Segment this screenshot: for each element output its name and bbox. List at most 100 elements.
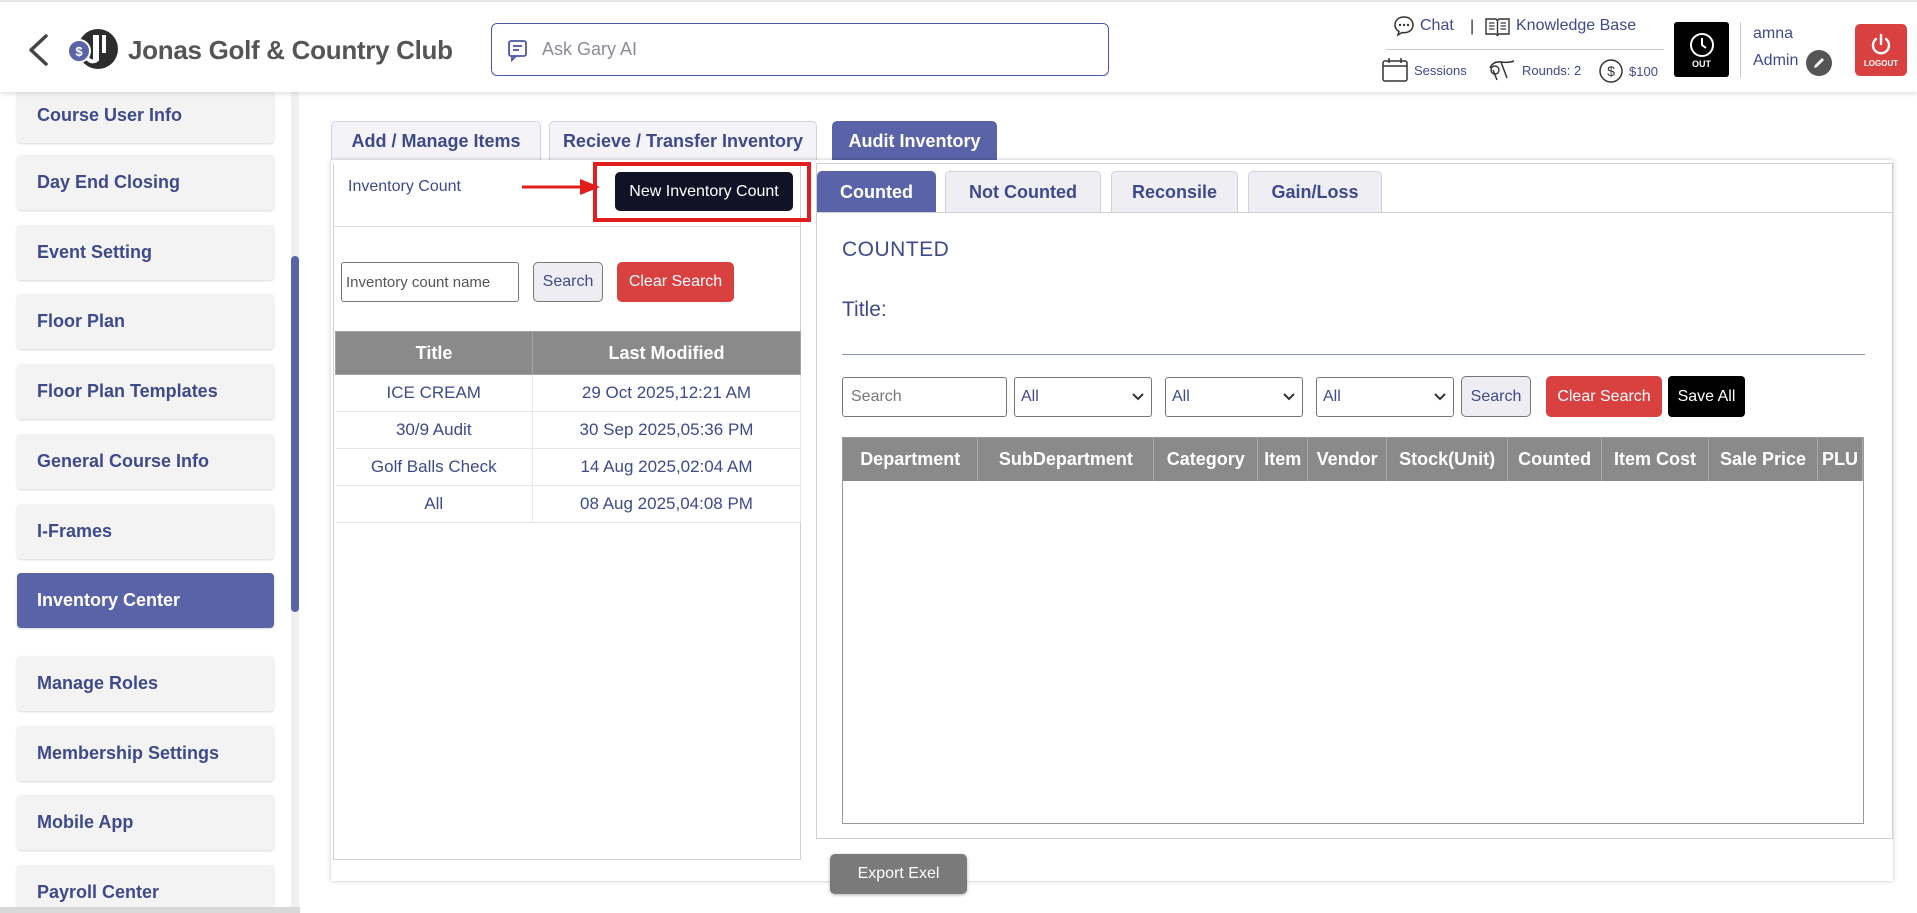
table-row[interactable]: 30/9 Audit 30 Sep 2025,05:36 PM [335, 411, 801, 449]
filter-select-2-value: All [1172, 388, 1190, 405]
user-name: amna [1753, 25, 1794, 42]
sidebar-item-floor-plan[interactable]: Floor Plan [17, 294, 274, 349]
sessions-link[interactable]: Sessions [1381, 57, 1467, 83]
header-divider [1386, 49, 1664, 50]
top-header: $ Jonas Golf & Country Club Chat | Knowl… [0, 0, 1917, 92]
red-arrow-icon [522, 179, 600, 195]
table-row[interactable]: ICE CREAM 29 Oct 2025,12:21 AM [335, 374, 801, 412]
bottom-scrollbar[interactable] [0, 907, 300, 913]
ask-gary-ai-input[interactable] [542, 39, 1082, 60]
tab-not-counted[interactable]: Not Counted [945, 171, 1101, 212]
filter-select-2[interactable]: All [1165, 377, 1303, 417]
sidebar-item-payroll-center[interactable]: Payroll Center [17, 865, 274, 913]
row-title[interactable]: ICE CREAM [335, 374, 533, 412]
dollar-icon: $ [1599, 59, 1623, 83]
header-separator: | [1470, 18, 1475, 35]
inventory-count-clear-search-button[interactable]: Clear Search [617, 262, 734, 302]
counted-search-input[interactable] [842, 377, 1007, 417]
row-last-modified: 14 Aug 2025,02:04 AM [532, 448, 801, 486]
sidebar-item-course-user-info[interactable]: Course User Info [17, 92, 274, 143]
counted-search-button[interactable]: Search [1461, 376, 1531, 417]
rounds-indicator[interactable]: Rounds: 2 [1487, 58, 1581, 82]
column-header-counted[interactable]: Counted [1507, 438, 1603, 481]
save-all-button[interactable]: Save All [1668, 376, 1745, 417]
balance-indicator[interactable]: $ $100 [1598, 58, 1658, 84]
column-header-plu[interactable]: PLU [1817, 438, 1863, 481]
sidebar: Course User Info Day End Closing Event S… [0, 92, 300, 913]
column-header-sale-price[interactable]: Sale Price [1708, 438, 1818, 481]
column-header-item[interactable]: Item [1257, 438, 1309, 481]
title-underline [842, 354, 1865, 355]
table-row[interactable]: All 08 Aug 2025,04:08 PM [335, 485, 801, 523]
logout-label: LOGOUT [1863, 58, 1899, 68]
sessions-icon [1382, 58, 1408, 82]
left-panel-divider [333, 226, 801, 227]
tab-receive-transfer-inventory[interactable]: Recieve / Transfer Inventory [549, 121, 817, 161]
new-inventory-count-button[interactable]: New Inventory Count [615, 172, 793, 211]
sessions-label: Sessions [1414, 62, 1467, 78]
sidebar-item-i-frames[interactable]: I-Frames [17, 504, 274, 559]
tab-reconsile[interactable]: Reconsile [1111, 171, 1238, 212]
knowledge-base-icon [1485, 18, 1510, 37]
export-excel-button[interactable]: Export Exel [830, 854, 967, 894]
filter-select-3[interactable]: All [1316, 377, 1454, 417]
counted-items-table: Department SubDepartment Category Item V… [843, 438, 1863, 481]
row-title[interactable]: All [335, 485, 533, 523]
column-header-item-cost[interactable]: Item Cost [1601, 438, 1709, 481]
counted-grid [842, 437, 1864, 824]
column-header-vendor[interactable]: Vendor [1307, 438, 1388, 481]
column-header-title[interactable]: Title [335, 331, 533, 375]
inventory-count-label: Inventory Count [348, 178, 461, 195]
sidebar-item-general-course-info[interactable]: General Course Info [17, 434, 274, 489]
counted-clear-search-button[interactable]: Clear Search [1546, 376, 1662, 417]
knowledge-base-label: Knowledge Base [1516, 17, 1637, 34]
sidebar-item-mobile-app[interactable]: Mobile App [17, 795, 274, 850]
column-header-category[interactable]: Category [1153, 438, 1259, 481]
tab-add-manage-items[interactable]: Add / Manage Items [331, 121, 541, 161]
inventory-count-search-button[interactable]: Search [533, 262, 603, 302]
sidebar-scrollbar-thumb[interactable] [291, 256, 299, 612]
sidebar-item-membership-settings[interactable]: Membership Settings [17, 726, 274, 781]
sidebar-item-floor-plan-templates[interactable]: Floor Plan Templates [17, 364, 274, 419]
sidebar-item-inventory-center[interactable]: Inventory Center [17, 573, 274, 628]
out-label: OUT [1692, 58, 1711, 69]
tab-audit-inventory[interactable]: Audit Inventory [832, 121, 997, 161]
filter-select-1-value: All [1021, 388, 1039, 405]
chat-link[interactable]: Chat [1393, 15, 1454, 37]
filter-select-1[interactable]: All [1014, 377, 1152, 417]
logout-button[interactable]: LOGOUT [1855, 24, 1907, 76]
tab-counted[interactable]: Counted [817, 171, 936, 212]
chat-label: Chat [1420, 17, 1454, 34]
rounds-label: Rounds: 2 [1522, 62, 1582, 78]
tab-gain-loss[interactable]: Gain/Loss [1248, 171, 1382, 212]
column-header-department[interactable]: Department [843, 438, 979, 481]
chat-icon [1394, 16, 1414, 37]
edit-icon [1814, 58, 1824, 68]
knowledge-base-link[interactable]: Knowledge Base [1484, 15, 1636, 37]
clock-out-button[interactable]: OUT [1674, 22, 1729, 77]
edit-profile-button[interactable] [1806, 50, 1832, 76]
chevron-down-icon [1132, 393, 1144, 401]
sidebar-item-manage-roles[interactable]: Manage Roles [17, 656, 274, 711]
row-last-modified: 08 Aug 2025,04:08 PM [532, 485, 801, 523]
svg-text:$: $ [1607, 63, 1615, 79]
svg-text:$: $ [75, 44, 83, 59]
sidebar-item-event-setting[interactable]: Event Setting [17, 225, 274, 280]
row-title[interactable]: 30/9 Audit [335, 411, 533, 449]
row-title[interactable]: Golf Balls Check [335, 448, 533, 486]
filter-select-3-value: All [1323, 388, 1341, 405]
user-role: Admin [1753, 52, 1799, 69]
ask-gary-ai-field[interactable] [491, 23, 1109, 76]
back-arrow-icon[interactable] [26, 32, 50, 68]
table-row[interactable]: Golf Balls Check 14 Aug 2025,02:04 AM [335, 448, 801, 486]
club-logo-icon: $ [67, 29, 118, 69]
power-icon [1871, 33, 1891, 54]
column-header-stock-unit[interactable]: Stock(Unit) [1386, 438, 1509, 481]
header-vertical-divider [1740, 22, 1741, 78]
subtab-divider [816, 212, 1893, 213]
column-header-subdepartment[interactable]: SubDepartment [977, 438, 1155, 481]
inventory-count-search-input[interactable] [341, 262, 519, 302]
chevron-down-icon [1434, 393, 1446, 401]
sidebar-item-day-end-closing[interactable]: Day End Closing [17, 155, 274, 210]
column-header-last-modified[interactable]: Last Modified [532, 331, 801, 375]
